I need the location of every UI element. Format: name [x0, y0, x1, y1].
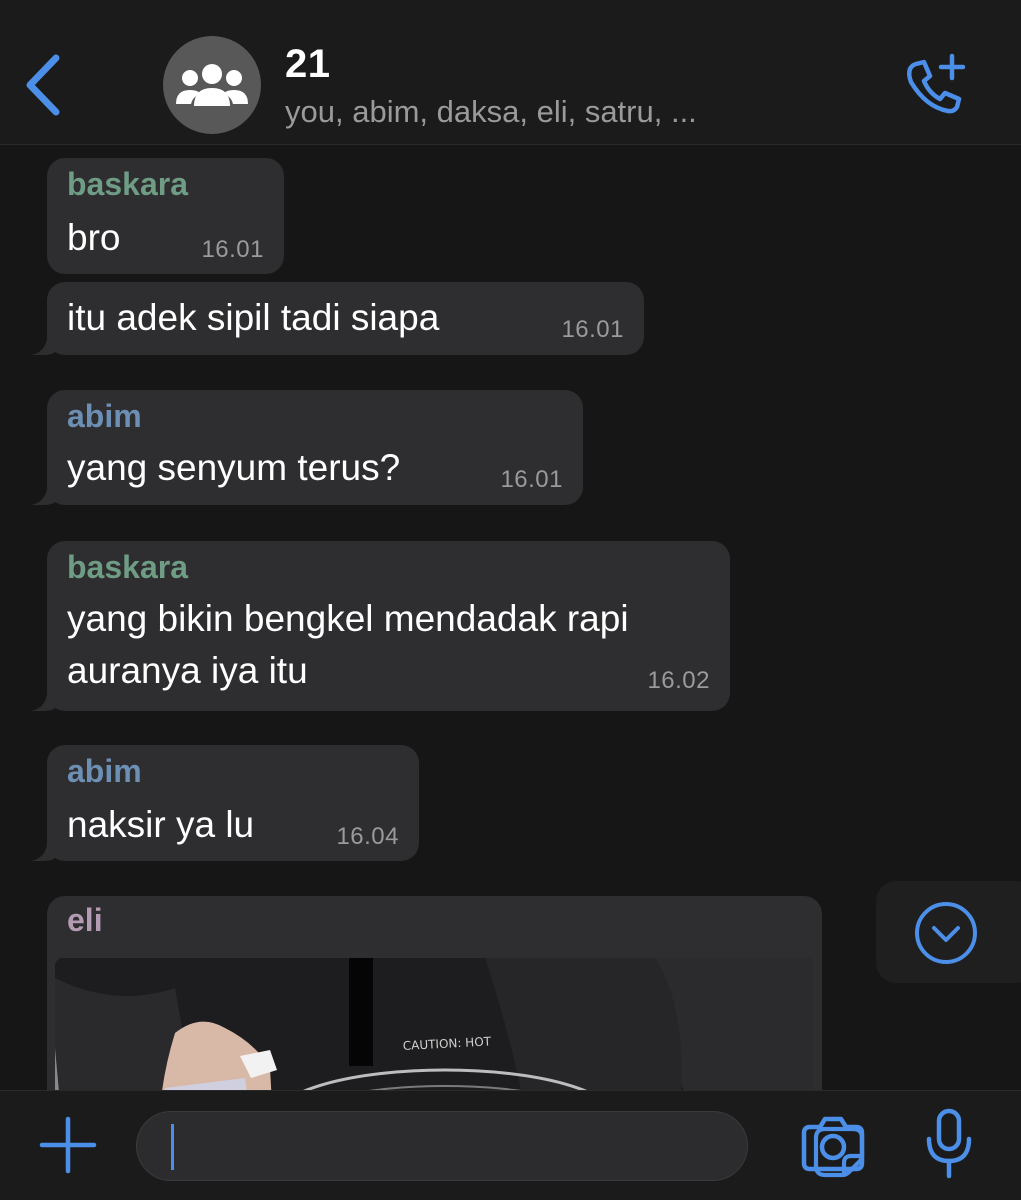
message-text: naksir ya lu [67, 804, 255, 845]
message-time: 16.01 [500, 466, 563, 493]
text-caret [171, 1124, 174, 1170]
message-time: 16.04 [336, 823, 399, 850]
photo-attachment[interactable]: CAUTION: HOT [55, 958, 814, 1090]
message-text: itu adek sipil tadi siapa [67, 297, 440, 338]
message-time: 16.01 [561, 316, 624, 343]
message-text: bro [67, 217, 121, 258]
sender-name: abim [67, 753, 142, 789]
message-text-line: yang bikin bengkel mendadak rapi [67, 598, 629, 639]
group-avatar[interactable] [163, 36, 261, 134]
photo-image: CAUTION: HOT [55, 958, 814, 1090]
message-bubble[interactable]: itu adek sipil tadi siapa 16.01 [25, 282, 644, 355]
chat-members[interactable]: you, abim, daksa, eli, satru, ... [285, 94, 697, 130]
sender-name: abim [67, 398, 142, 434]
message-text: yang senyum terus? [67, 447, 401, 488]
group-icon [176, 64, 248, 106]
sender-name: baskara [67, 166, 188, 202]
message-list[interactable]: baskara bro 16.01 itu adek sipil tadi si… [0, 146, 1021, 1090]
camera-button[interactable] [800, 1113, 866, 1175]
scroll-to-bottom-button[interactable] [876, 881, 1021, 983]
chat-screen: 21 you, abim, daksa, eli, satru, ... bas… [0, 0, 1021, 1200]
message-bubble[interactable]: abim yang senyum terus? 16.01 [25, 390, 583, 505]
chat-header: 21 you, abim, daksa, eli, satru, ... [0, 0, 1021, 145]
message-input[interactable] [136, 1111, 865, 1181]
message-bubble[interactable]: baskara yang bikin bengkel mendadak rapi… [25, 541, 730, 711]
sender-name: baskara [67, 549, 188, 585]
microphone-button[interactable] [922, 1107, 976, 1181]
microphone-icon [926, 1108, 972, 1179]
phone-plus-icon [906, 53, 966, 114]
message-time: 16.02 [647, 667, 710, 694]
message-text-line: auranya iya itu [67, 650, 308, 691]
chevron-left-icon [26, 54, 60, 116]
sender-name: eli [67, 902, 103, 938]
back-button[interactable] [18, 50, 70, 120]
plus-icon [39, 1116, 97, 1174]
camera-icon [801, 1116, 865, 1172]
message-time: 16.01 [201, 236, 264, 263]
message-bubble[interactable]: baskara bro 16.01 [47, 158, 284, 274]
chat-title[interactable]: 21 [285, 42, 331, 87]
message-bubble[interactable]: abim naksir ya lu 16.04 [25, 745, 419, 861]
add-call-button[interactable] [902, 52, 972, 118]
attach-button[interactable] [38, 1115, 98, 1175]
chevron-down-circle-icon [915, 902, 977, 964]
photo-message-bubble[interactable]: eli CAUTION: HOT [47, 896, 822, 1090]
input-bar [0, 1090, 1021, 1200]
